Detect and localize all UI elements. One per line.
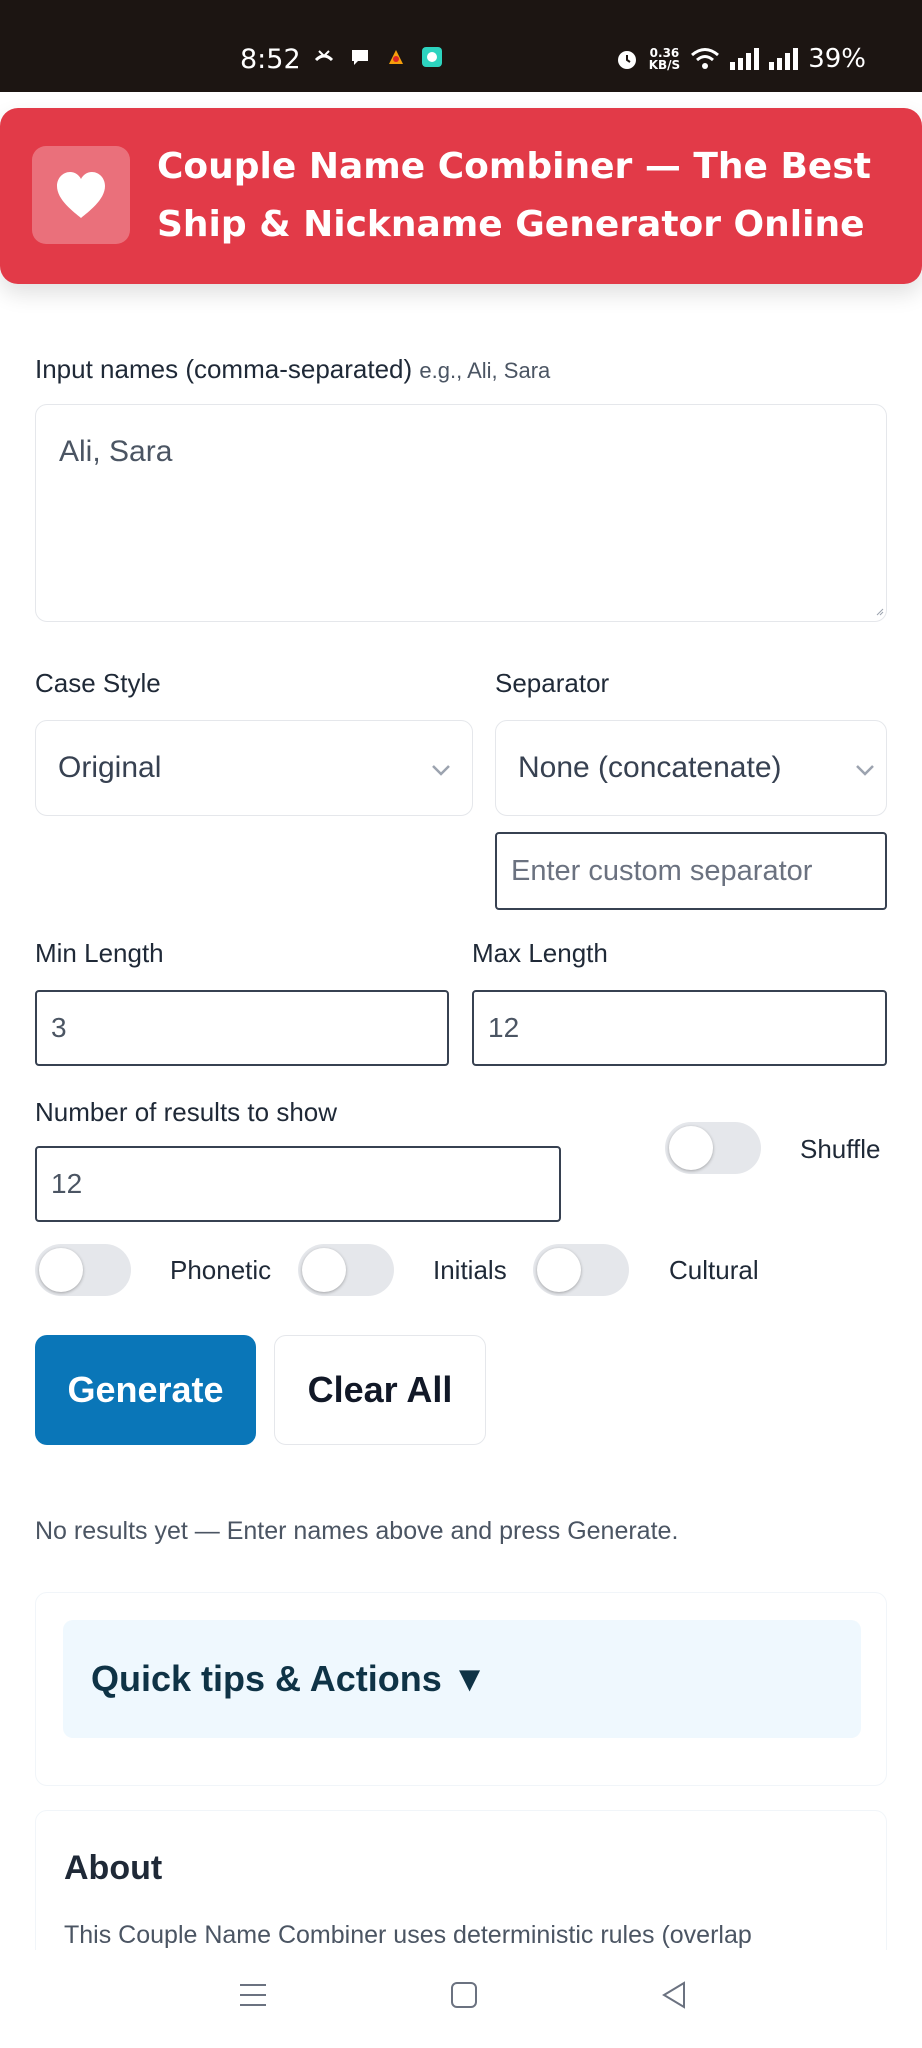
initials-toggle[interactable] [298,1244,394,1296]
custom-separator-input[interactable]: Enter custom separator [495,832,887,910]
chevron-down-icon [432,765,450,776]
page-title: Couple Name Combiner — The Best Ship & N… [157,146,871,245]
names-hint: e.g., Ali, Sara [419,358,551,383]
generate-button[interactable]: Generate [35,1335,256,1445]
case-style-select[interactable]: Original [35,720,473,816]
battery-level: 39% [808,44,866,74]
max-length-label: Max Length [472,938,608,968]
message-app-icon [422,47,442,67]
about-card: About This Couple Name Combiner uses det… [35,1810,887,1970]
status-right: 0.36 KB/S 39% [615,44,866,74]
status-bar: 8:52 0.36 KB/S 39% [0,0,922,92]
results-count-input[interactable]: 12 [35,1146,561,1222]
about-text: This Couple Name Combiner uses determini… [64,1921,752,1949]
tips-toggle[interactable]: Quick tips & Actions ▼ [63,1620,861,1738]
system-nav-bar [0,1950,922,2048]
home-icon[interactable] [450,1980,478,2010]
cultural-label: Cultural [669,1255,759,1285]
case-style-label: Case Style [35,668,161,698]
toggle-knob [669,1126,713,1170]
logo [32,146,130,244]
wifi-icon [691,48,720,69]
notification-icons [313,46,443,68]
signal-icon-2 [769,48,799,70]
results-empty-message: No results yet — Enter names above and p… [35,1517,679,1545]
chevron-down-icon [856,765,874,776]
tips-title: Quick tips & Actions ▼ [91,1658,488,1699]
app-notification-icon [389,50,403,64]
names-label: Input names (comma-separated) e.g., Ali,… [35,354,551,384]
separator-select[interactable]: None (concatenate) [495,720,887,816]
missed-call-icon [314,50,334,62]
recent-apps-icon[interactable] [238,1980,268,2010]
tips-card: Quick tips & Actions ▼ [35,1592,887,1786]
status-time: 8:52 [240,44,301,75]
app-header: Couple Name Combiner — The Best Ship & N… [0,108,922,284]
about-title: About [64,1849,163,1887]
signal-icon [730,48,760,70]
names-textarea[interactable]: Ali, Sara [35,404,887,622]
min-length-input[interactable]: 3 [35,990,449,1066]
cultural-toggle[interactable] [533,1244,629,1296]
shuffle-label: Shuffle [800,1134,881,1164]
shuffle-toggle[interactable] [665,1122,761,1174]
min-length-label: Min Length [35,938,164,968]
initials-label: Initials [433,1255,507,1285]
heart-icon [57,172,105,218]
max-length-input[interactable]: 12 [472,990,887,1066]
toggle-knob [302,1248,346,1292]
clear-all-button[interactable]: Clear All [274,1335,486,1445]
phonetic-label: Phonetic [170,1255,272,1285]
chat-icon [352,50,368,65]
separator-label: Separator [495,668,610,698]
back-icon[interactable] [660,1980,688,2010]
alarm-icon [617,51,636,69]
resize-handle-icon[interactable] [876,608,884,616]
phonetic-toggle[interactable] [35,1244,131,1296]
network-speed: 0.36 KB/S [648,46,681,72]
toggle-knob [537,1248,581,1292]
results-count-label: Number of results to show [35,1097,338,1127]
toggle-knob [39,1248,83,1292]
